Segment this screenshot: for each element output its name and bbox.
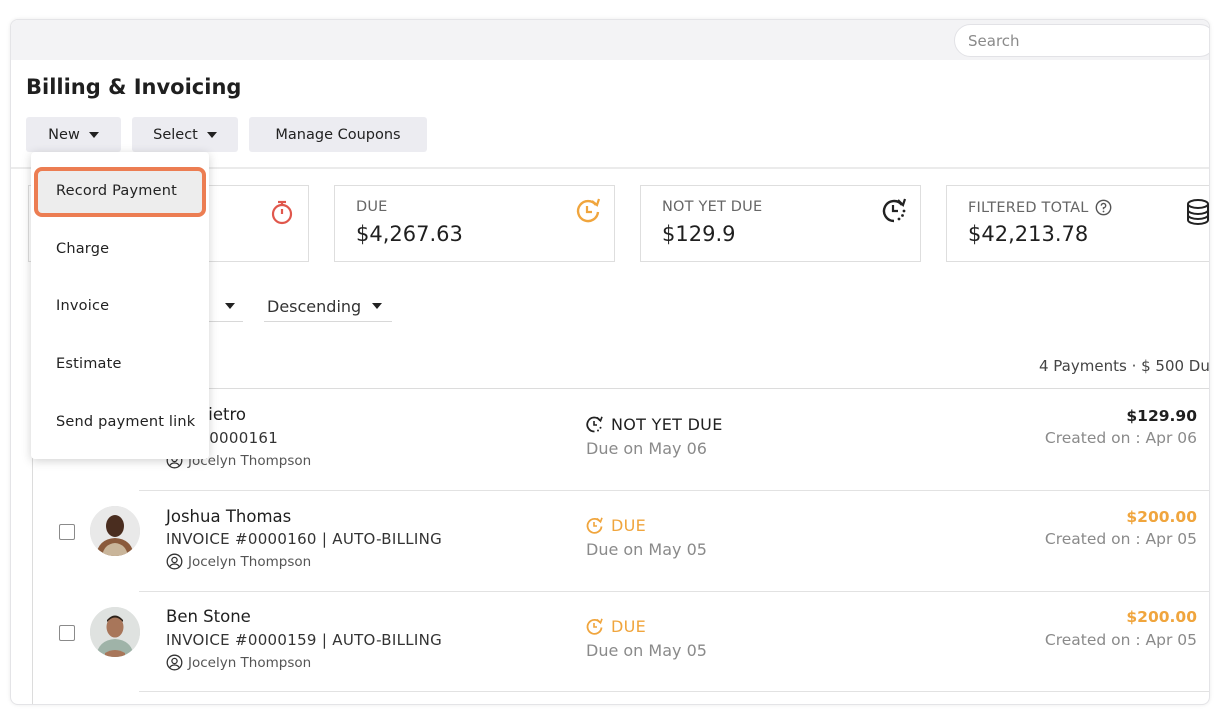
customer-name: Ben Stone bbox=[166, 607, 251, 626]
chevron-down-icon bbox=[88, 131, 99, 138]
sort-order-value: Descending bbox=[267, 297, 362, 316]
status-badge: DUE bbox=[585, 516, 646, 535]
clock-dotted-icon bbox=[586, 416, 603, 433]
created-date: Created on : Apr 05 bbox=[1044, 631, 1197, 649]
stat-value: $129.9 bbox=[662, 222, 736, 246]
manage-coupons-label: Manage Coupons bbox=[275, 126, 401, 143]
customer-name: Joshua Thomas bbox=[166, 507, 292, 526]
owner-name: Jocelyn Thompson bbox=[188, 654, 312, 671]
invoice-number: INVOICE #0000160 | AUTO-BILLING bbox=[166, 530, 443, 548]
status-badge: DUE bbox=[585, 617, 646, 636]
due-date: Due on May 05 bbox=[586, 540, 707, 559]
stat-label: FILTERED TOTAL bbox=[968, 199, 1112, 216]
owner-name: Jocelyn Thompson bbox=[188, 553, 312, 570]
stat-card-filtered-total[interactable]: FILTERED TOTAL $42,213.78 bbox=[946, 185, 1209, 262]
avatar bbox=[90, 506, 140, 556]
clock-dotted-icon bbox=[882, 198, 907, 223]
menu-item-charge[interactable]: Charge bbox=[56, 241, 109, 257]
new-dropdown-menu: Record Payment Charge Invoice Estimate S… bbox=[31, 152, 209, 459]
clock-arrow-icon bbox=[586, 517, 603, 534]
stat-value: $42,213.78 bbox=[968, 222, 1089, 246]
stat-card-due[interactable]: DUE $4,267.63 bbox=[334, 185, 615, 262]
row-divider bbox=[139, 591, 1209, 592]
new-button[interactable]: New bbox=[26, 117, 121, 152]
stat-label: DUE bbox=[356, 199, 388, 215]
stat-value: $4,267.63 bbox=[356, 222, 463, 246]
payments-summary: 4 Payments · $ 500 Du bbox=[1039, 357, 1210, 375]
clock-arrow-icon bbox=[576, 198, 601, 223]
status-badge: NOT YET DUE bbox=[585, 415, 723, 434]
new-button-label: New bbox=[48, 126, 80, 143]
invoice-owner: Jocelyn Thompson bbox=[166, 553, 311, 570]
status-text: DUE bbox=[611, 516, 647, 535]
select-button[interactable]: Select bbox=[132, 117, 238, 152]
row-checkbox[interactable] bbox=[59, 524, 75, 540]
menu-item-estimate[interactable]: Estimate bbox=[56, 356, 122, 372]
manage-coupons-button[interactable]: Manage Coupons bbox=[249, 117, 427, 152]
payment-amount: $200.00 bbox=[1126, 608, 1197, 626]
clock-arrow-icon bbox=[586, 618, 603, 635]
chevron-down-icon bbox=[225, 303, 235, 309]
chevron-down-icon bbox=[206, 131, 217, 138]
menu-item-invoice[interactable]: Invoice bbox=[56, 298, 109, 314]
stopwatch-icon bbox=[271, 200, 293, 225]
due-date: Due on May 05 bbox=[586, 641, 707, 660]
user-circle-icon bbox=[166, 654, 183, 671]
select-button-label: Select bbox=[153, 126, 198, 143]
status-text: DUE bbox=[611, 617, 647, 636]
created-date: Created on : Apr 06 bbox=[1044, 429, 1197, 447]
page-title: Billing & Invoicing bbox=[26, 75, 242, 99]
payment-amount: $200.00 bbox=[1126, 508, 1197, 526]
menu-item-record-payment[interactable]: Record Payment bbox=[56, 183, 177, 199]
coins-icon bbox=[1187, 199, 1209, 225]
row-divider bbox=[139, 490, 1209, 491]
invoice-number: INVOICE #0000159 | AUTO-BILLING bbox=[166, 631, 443, 649]
invoice-owner: Jocelyn Thompson bbox=[166, 654, 311, 671]
chevron-down-icon bbox=[372, 303, 382, 309]
stat-label: NOT YET DUE bbox=[662, 199, 763, 215]
row-divider bbox=[139, 691, 1209, 692]
filtered-total-label: FILTERED TOTAL bbox=[968, 199, 1089, 216]
payment-amount: $129.90 bbox=[1126, 407, 1197, 425]
avatar bbox=[90, 607, 140, 657]
row-checkbox[interactable] bbox=[59, 625, 75, 641]
sort-order-select[interactable]: Descending bbox=[264, 292, 392, 322]
user-circle-icon bbox=[166, 553, 183, 570]
menu-item-send-payment-link[interactable]: Send payment link bbox=[56, 414, 195, 430]
status-text: NOT YET DUE bbox=[611, 415, 723, 434]
top-bar: Search bbox=[11, 20, 1209, 60]
search-input[interactable]: Search bbox=[954, 24, 1209, 57]
help-icon[interactable] bbox=[1095, 199, 1112, 216]
stat-card-not-yet-due[interactable]: NOT YET DUE $129.9 bbox=[640, 185, 921, 262]
created-date: Created on : Apr 05 bbox=[1044, 530, 1197, 548]
due-date: Due on May 06 bbox=[586, 439, 707, 458]
